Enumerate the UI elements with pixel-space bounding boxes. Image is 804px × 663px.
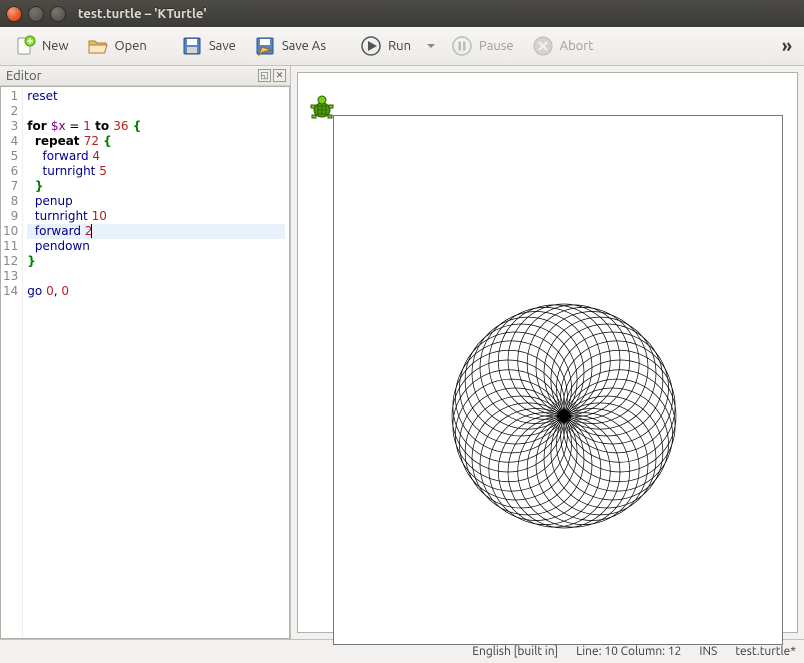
window-maximize-button[interactable] [50,6,66,22]
editor-float-button[interactable]: ◱ [258,69,271,82]
folder-open-icon [87,35,109,57]
save-as-button[interactable]: Save As [246,31,334,61]
save-icon [181,35,203,57]
window-title: test.turtle – 'KTurtle' [78,7,207,21]
pause-icon [451,35,473,57]
drawing-output [334,116,784,646]
editor-panel-header: Editor ◱ ✕ [0,66,290,86]
main-area: Editor ◱ ✕ 1 2 3 4 5 6 7 8 9 10 11 12 13… [0,66,804,639]
run-button[interactable]: Run [352,31,419,61]
save-as-icon [254,35,276,57]
run-dropdown[interactable] [421,31,441,61]
open-label: Open [115,39,147,53]
save-label: Save [209,39,236,53]
canvas-area[interactable] [297,72,798,633]
open-button[interactable]: Open [79,31,155,61]
run-icon [360,35,382,57]
document-new-icon [14,35,36,57]
chevron-down-icon [425,35,437,57]
abort-button[interactable]: Abort [524,31,602,61]
status-cursor-position: Line: 10 Column: 12 [576,645,681,658]
editor-panel: Editor ◱ ✕ 1 2 3 4 5 6 7 8 9 10 11 12 13… [0,66,291,639]
status-filename: test.turtle* [735,645,796,658]
new-label: New [42,39,69,53]
new-button[interactable]: New [6,31,77,61]
window-close-button[interactable] [6,6,22,22]
canvas-panel [291,66,804,639]
drawing-stage [333,115,783,645]
status-language: English [built in] [472,645,558,658]
window-minimize-button[interactable] [28,6,44,22]
toolbar-overflow-button[interactable]: » [776,36,798,56]
save-button[interactable]: Save [173,31,244,61]
window-titlebar: test.turtle – 'KTurtle' [0,0,804,27]
editor-close-button[interactable]: ✕ [273,69,286,82]
status-insert-mode: INS [699,645,717,658]
save-as-label: Save As [282,39,326,53]
abort-label: Abort [560,39,594,53]
editor-gutter: 1 2 3 4 5 6 7 8 9 10 11 12 13 14 [1,87,23,638]
run-label: Run [388,39,411,53]
pause-button[interactable]: Pause [443,31,522,61]
main-toolbar: New Open Save Save As Run Pause [0,27,804,66]
turtle-icon [308,94,336,122]
editor-panel-title: Editor [6,69,42,83]
pause-label: Pause [479,39,514,53]
editor-content[interactable]: reset for $x = 1 to 36 { repeat 72 { for… [23,87,289,638]
abort-icon [532,35,554,57]
code-editor[interactable]: 1 2 3 4 5 6 7 8 9 10 11 12 13 14 reset f… [0,86,290,639]
